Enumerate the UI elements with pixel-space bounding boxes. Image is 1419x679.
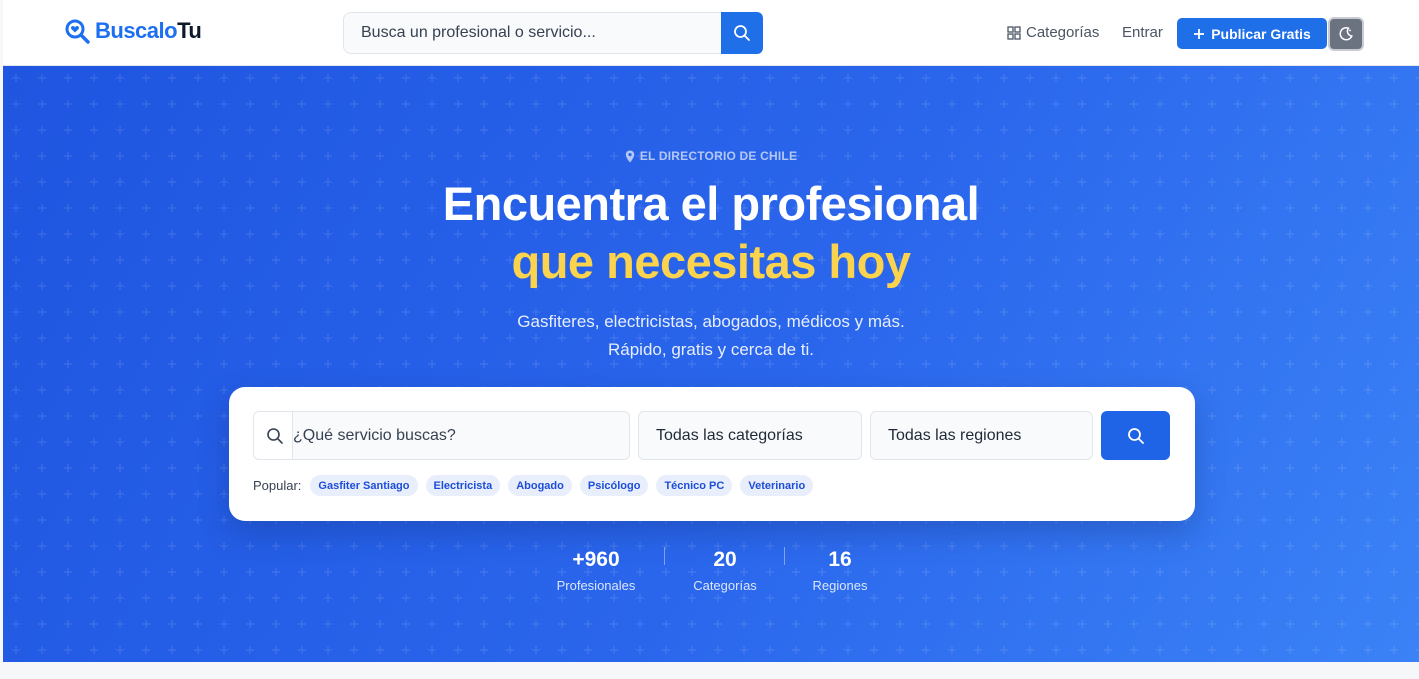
search-submit-button[interactable]	[1101, 411, 1170, 460]
popular-label: Popular:	[253, 478, 302, 493]
service-search-icon-box	[253, 411, 295, 460]
nav-categories[interactable]: Categorías	[1007, 24, 1099, 41]
stat-divider	[784, 547, 785, 565]
header-search	[343, 12, 763, 54]
hero-subtitle-line-2: Rápido, gratis y cerca de ti.	[608, 340, 814, 359]
site-header: BuscaloTu Categorías Entrar Publicar Gra…	[3, 0, 1419, 66]
stat-label: Profesionales	[556, 578, 636, 593]
hero-section: EL DIRECTORIO DE CHILE Encuentra el prof…	[3, 66, 1419, 662]
popular-chip-electricista[interactable]: Electricista	[425, 475, 501, 496]
publish-button[interactable]: Publicar Gratis	[1177, 18, 1327, 49]
plus-icon	[1194, 28, 1205, 39]
stat-label: Regiones	[812, 578, 868, 593]
header-search-input[interactable]	[343, 12, 721, 54]
hero-badge: EL DIRECTORIO DE CHILE	[3, 149, 1419, 163]
publish-label: Publicar Gratis	[1211, 25, 1311, 42]
nav-login[interactable]: Entrar	[1122, 24, 1163, 41]
search-icon	[734, 25, 750, 41]
hero-subtitle-line-1: Gasfiteres, electricistas, abogados, méd…	[517, 312, 905, 331]
theme-toggle-button[interactable]	[1328, 17, 1364, 51]
popular-chip-psicologo[interactable]: Psicólogo	[579, 475, 649, 496]
moon-icon	[1339, 27, 1353, 41]
magnifier-heart-icon	[65, 19, 90, 44]
popular-chip-abogado[interactable]: Abogado	[508, 475, 572, 496]
hero-badge-text: EL DIRECTORIO DE CHILE	[639, 149, 798, 163]
stat-value: 20	[713, 548, 737, 571]
search-icon	[266, 427, 283, 444]
map-pin-icon	[625, 150, 635, 162]
popular-chip-veterinario[interactable]: Veterinario	[740, 475, 814, 496]
stat-categories: 20 Categorías	[680, 548, 770, 593]
logo-part-2: Tu	[177, 18, 202, 43]
stat-divider	[664, 547, 665, 565]
stat-value: 16	[828, 548, 852, 571]
region-select[interactable]: Todas las regiones	[870, 411, 1093, 460]
popular-searches: Popular: Gasfiter Santiago Electricista …	[253, 475, 814, 496]
header-search-button[interactable]	[721, 12, 763, 54]
category-select[interactable]: Todas las categorías	[638, 411, 862, 460]
stat-label: Categorías	[693, 578, 757, 593]
stat-value: +960	[572, 548, 620, 571]
hero-title-line-1: Encuentra el profesional	[442, 177, 980, 230]
popular-chip-tecnico-pc[interactable]: Técnico PC	[656, 475, 733, 496]
logo-text: BuscaloTu	[95, 18, 202, 44]
stat-regions: 16 Regiones	[800, 548, 880, 593]
search-icon	[1127, 427, 1144, 444]
service-search-input[interactable]	[292, 411, 630, 460]
grid-icon	[1007, 25, 1021, 40]
search-card: Todas las categorías Todas las regiones …	[229, 387, 1195, 521]
hero-title-line-2: que necesitas hoy	[511, 235, 912, 288]
logo[interactable]: BuscaloTu	[64, 18, 202, 44]
nav-categories-label: Categorías	[1026, 24, 1100, 41]
logo-part-1: Buscalo	[95, 18, 178, 43]
popular-chip-gasfiter-santiago[interactable]: Gasfiter Santiago	[310, 475, 418, 496]
stat-professionals: +960 Profesionales	[546, 548, 646, 593]
